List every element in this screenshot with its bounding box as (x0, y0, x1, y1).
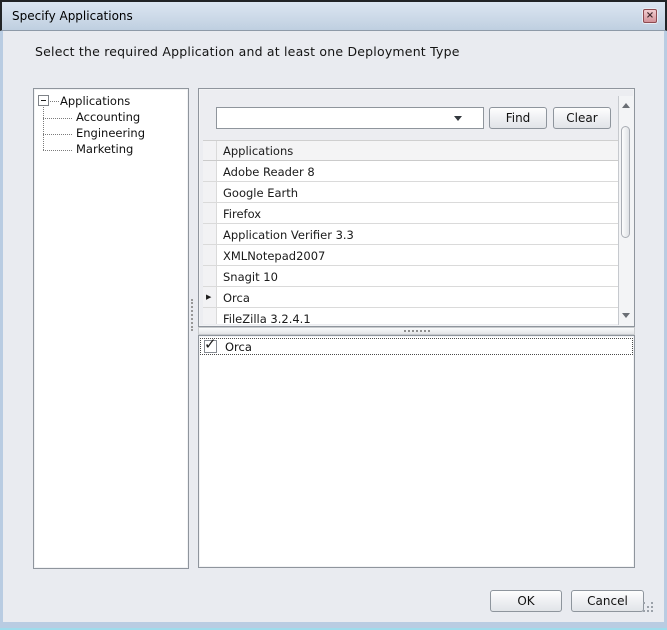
scrollbar-thumb[interactable] (621, 126, 630, 238)
current-row-indicator-icon: ▶ (206, 293, 211, 301)
close-button[interactable]: × (643, 9, 657, 23)
grid-row[interactable]: ▶ Orca (203, 287, 618, 308)
scroll-up-icon[interactable] (622, 103, 630, 108)
row-header-cell[interactable] (203, 203, 217, 223)
grid-row[interactable]: Firefox (203, 203, 618, 224)
application-name-cell: Orca (217, 287, 618, 307)
applications-tree-panel: Applications Accounting Engineering Market… (33, 88, 189, 569)
grid-column-header: Applications (217, 141, 618, 160)
grid-scrollbar[interactable] (618, 96, 633, 325)
find-button[interactable]: Find (489, 107, 547, 129)
titlebar[interactable]: Specify Applications × (0, 0, 667, 31)
row-header-cell[interactable] (203, 266, 217, 286)
row-header-cell[interactable] (203, 161, 217, 181)
window-title: Specify Applications (12, 9, 133, 23)
application-name-cell: FileZilla 3.2.4.1 (217, 308, 618, 324)
application-name-cell: Google Earth (217, 182, 618, 202)
grid-row[interactable]: Application Verifier 3.3 (203, 224, 618, 245)
combobox-dropdown-icon[interactable] (454, 116, 462, 121)
tree-node-label: Marketing (76, 142, 133, 156)
resize-grip-icon[interactable] (643, 602, 654, 613)
ok-button[interactable]: OK (490, 590, 562, 612)
scroll-down-icon[interactable] (622, 313, 630, 318)
row-header-cell[interactable] (203, 224, 217, 244)
grid-corner-cell (203, 141, 217, 160)
row-header-cell[interactable]: ▶ (203, 287, 217, 307)
tree-node-applications[interactable]: Applications (34, 93, 188, 109)
instruction-text: Select the required Application and at l… (35, 44, 460, 59)
grid-row[interactable]: Google Earth (203, 182, 618, 203)
tree-node-marketing[interactable]: Marketing (34, 142, 186, 158)
checkmark-icon: ✓ (204, 335, 217, 353)
tree-node-engineering[interactable]: Engineering (34, 126, 186, 142)
deployment-type-list-panel: ✓ Orca (198, 335, 635, 568)
row-header-cell[interactable] (203, 245, 217, 265)
horizontal-splitter[interactable] (198, 327, 635, 335)
vertical-splitter-grip[interactable] (191, 299, 194, 331)
applications-grid-panel: Find Clear Applications Adobe Reader 8Go… (198, 88, 635, 327)
grid-row[interactable]: FileZilla 3.2.4.1 (203, 308, 618, 324)
tree-node-accounting[interactable]: Accounting (34, 110, 186, 126)
application-name-cell: Application Verifier 3.3 (217, 224, 618, 244)
grid-row[interactable]: Adobe Reader 8 (203, 161, 618, 182)
clear-button[interactable]: Clear (553, 107, 611, 129)
tree-root-label: Applications (60, 94, 130, 108)
applications-grid: Applications Adobe Reader 8Google EarthF… (203, 140, 618, 324)
grid-rows: Adobe Reader 8Google EarthFirefoxApplica… (203, 161, 618, 324)
application-name-cell: Snagit 10 (217, 266, 618, 286)
row-header-cell[interactable] (203, 182, 217, 202)
minus-glyph (41, 100, 46, 101)
tree-connector (50, 101, 59, 102)
application-name-cell: Firefox (217, 203, 618, 223)
cancel-button[interactable]: Cancel (571, 590, 644, 612)
tree-node-label: Accounting (76, 110, 140, 124)
application-name-cell: XMLNotepad2007 (217, 245, 618, 265)
splitter-grip-icon (404, 330, 430, 332)
close-icon: × (644, 10, 656, 21)
tree-node-label: Engineering (76, 126, 145, 140)
deployment-type-item[interactable]: ✓ Orca (200, 338, 633, 355)
dialog-body: Select the required Application and at l… (3, 31, 664, 622)
dialog-specify-applications: Specify Applications × Select the requir… (0, 0, 667, 630)
grid-row[interactable]: Snagit 10 (203, 266, 618, 287)
row-header-cell[interactable] (203, 308, 217, 324)
tree-connector (43, 118, 72, 119)
grid-header-row[interactable]: Applications (203, 141, 618, 161)
search-combobox[interactable] (216, 107, 484, 129)
application-name-cell: Adobe Reader 8 (217, 161, 618, 181)
tree-children: Accounting Engineering Marketing (34, 110, 186, 158)
checkbox[interactable]: ✓ (204, 340, 217, 353)
tree-connector (43, 150, 72, 151)
deployment-type-label: Orca (225, 340, 252, 354)
grid-row[interactable]: XMLNotepad2007 (203, 245, 618, 266)
tree-connector (43, 134, 72, 135)
